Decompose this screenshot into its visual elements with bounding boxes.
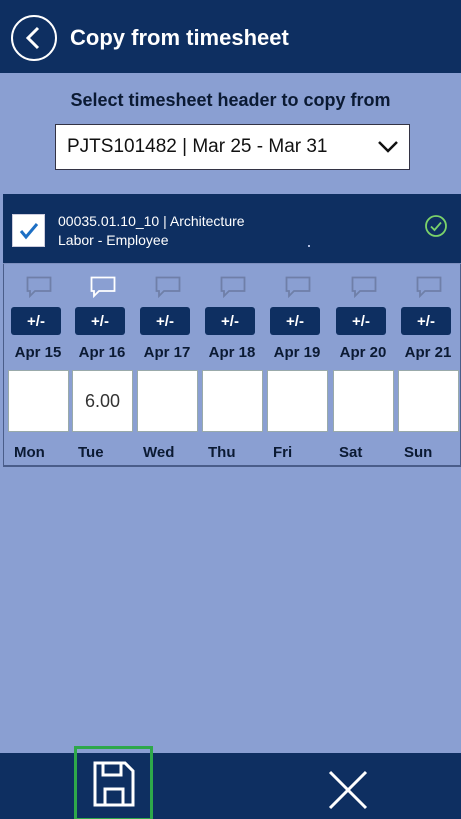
timesheet-header-select[interactable]: PJTS101482 | Mar 25 - Mar 31 xyxy=(55,124,410,170)
adjust-hours-button[interactable]: +/- xyxy=(401,307,451,335)
day-column: +/- Apr 20 Sat xyxy=(331,264,395,464)
comment-icon[interactable] xyxy=(90,276,116,298)
adjust-hours-button[interactable]: +/- xyxy=(75,307,125,335)
day-date: Apr 19 xyxy=(273,344,321,361)
day-column: +/- Apr 15 Mon xyxy=(6,264,70,464)
project-label: 00035.01.10_10 | Architecture xyxy=(58,213,245,229)
day-column: +/- Apr 19 Fri xyxy=(265,264,329,464)
day-grid: +/- Apr 15 Mon +/- Apr 16 6.00 Tue +/- Apr 17 Wed… xyxy=(3,264,461,467)
hours-input[interactable] xyxy=(137,370,198,432)
comment-icon[interactable] xyxy=(26,276,52,298)
day-date: Apr 18 xyxy=(208,344,256,361)
adjust-hours-button[interactable]: +/- xyxy=(11,307,61,335)
day-column: +/- Apr 17 Wed xyxy=(135,264,199,464)
day-date: Apr 15 xyxy=(14,344,62,361)
line-checkbox[interactable] xyxy=(12,214,45,247)
day-column: +/- Apr 16 6.00 Tue xyxy=(70,264,134,464)
select-prompt: Select timesheet header to copy from xyxy=(70,90,391,110)
adjust-hours-button[interactable]: +/- xyxy=(205,307,255,335)
adjust-hours-button[interactable]: +/- xyxy=(336,307,386,335)
close-icon[interactable] xyxy=(327,770,369,810)
day-of-week: Sun xyxy=(404,444,433,461)
adjust-hours-button[interactable]: +/- xyxy=(140,307,190,335)
day-date: Apr 20 xyxy=(339,344,387,361)
adjust-hours-button[interactable]: +/- xyxy=(270,307,320,335)
day-column: +/- Apr 18 Thu xyxy=(200,264,264,464)
day-of-week: Wed xyxy=(143,444,175,461)
comment-icon[interactable] xyxy=(220,276,246,298)
day-of-week: Mon xyxy=(14,444,45,461)
comment-icon[interactable] xyxy=(155,276,181,298)
comment-icon[interactable] xyxy=(351,276,377,298)
chevron-down-icon xyxy=(378,141,398,153)
day-date: Apr 21 xyxy=(404,344,452,361)
comment-icon[interactable] xyxy=(285,276,311,298)
back-button[interactable] xyxy=(11,15,57,61)
hours-input[interactable] xyxy=(202,370,263,432)
hours-input[interactable] xyxy=(398,370,459,432)
page-title: Copy from timesheet xyxy=(70,25,289,50)
day-column: +/- Apr 21 Sun xyxy=(396,264,460,464)
day-of-week: Sat xyxy=(339,444,363,461)
check-circle-icon xyxy=(425,215,447,237)
day-date: Apr 17 xyxy=(143,344,191,361)
comment-icon[interactable] xyxy=(416,276,442,298)
timesheet-line-header: 00035.01.10_10 | Architecture Labor - Em… xyxy=(3,194,461,264)
day-date: Apr 16 xyxy=(78,344,126,361)
selected-timesheet: PJTS101482 | Mar 25 - Mar 31 xyxy=(67,136,328,157)
day-of-week: Thu xyxy=(208,444,236,461)
day-of-week: Fri xyxy=(273,444,293,461)
day-of-week: Tue xyxy=(78,444,104,461)
divider-dot xyxy=(308,245,310,247)
action-bar xyxy=(0,746,461,819)
hours-input[interactable] xyxy=(333,370,394,432)
hours-input[interactable] xyxy=(267,370,328,432)
category-label: Labor - Employee xyxy=(58,232,169,248)
checkmark-icon xyxy=(19,223,39,240)
app-header: Copy from timesheet xyxy=(0,0,461,73)
chevron-left-icon xyxy=(25,26,40,50)
hours-input[interactable] xyxy=(8,370,69,432)
save-button[interactable] xyxy=(74,746,153,819)
save-icon xyxy=(93,761,135,807)
hours-input[interactable]: 6.00 xyxy=(72,370,133,432)
